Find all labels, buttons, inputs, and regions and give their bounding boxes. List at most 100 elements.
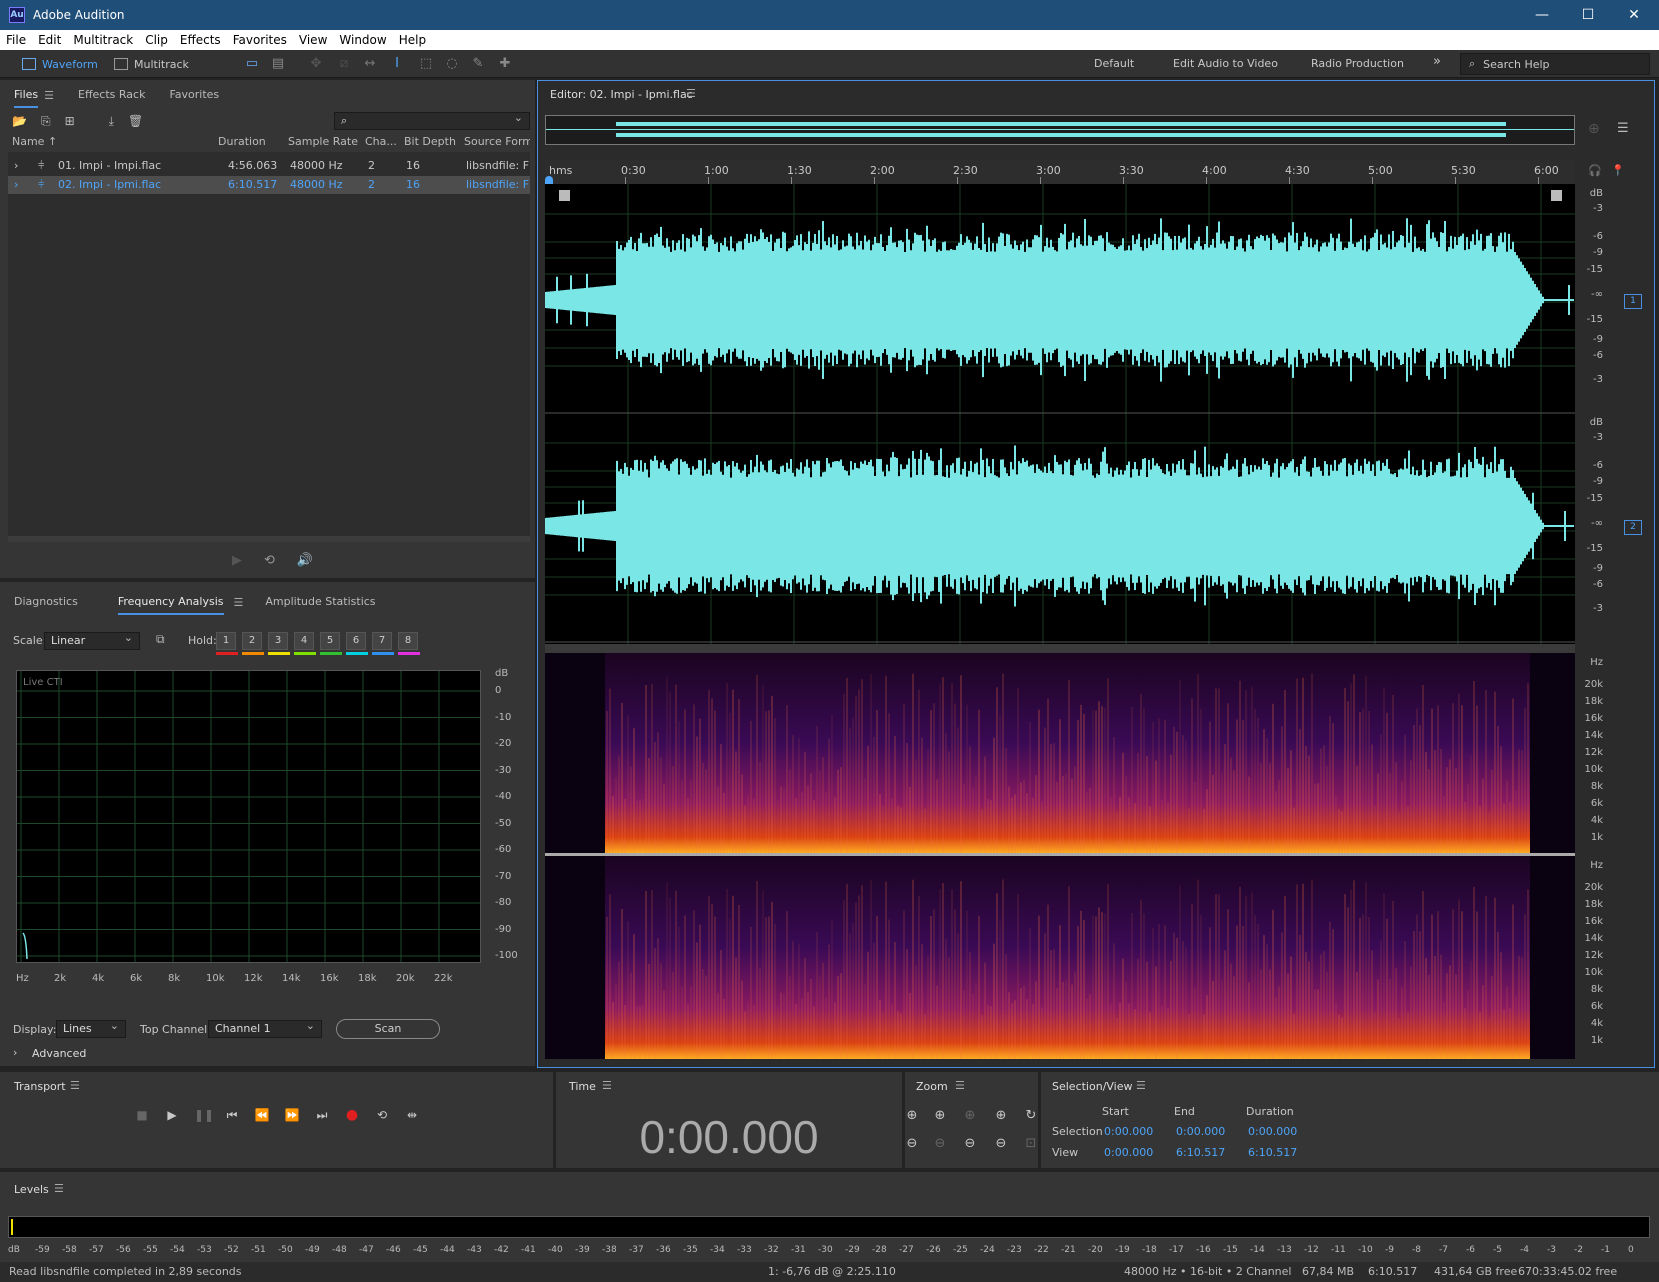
scan-button[interactable]: Scan <box>336 1019 440 1039</box>
minimize-button[interactable]: — <box>1519 0 1565 30</box>
fade-in-handle[interactable] <box>559 190 570 201</box>
lasso-tool-icon[interactable]: ◌ <box>444 56 460 72</box>
table-row[interactable]: › ⫩ 01. Impi - Impi.flac 4:56.063 48000 … <box>8 157 530 175</box>
spectral-display-icon[interactable]: ▤ <box>270 56 286 72</box>
panel-menu-icon[interactable]: ☰ <box>44 89 54 102</box>
spectral-display[interactable] <box>545 653 1575 1059</box>
time-display[interactable]: 0:00.000 <box>556 1110 902 1170</box>
tab-effects-rack[interactable]: Effects Rack <box>78 84 145 106</box>
selection-start[interactable]: 0:00.000 <box>1104 1125 1153 1138</box>
move-tool-icon[interactable]: ✥ <box>308 56 324 72</box>
hold-button-5[interactable]: 5 <box>320 632 340 650</box>
multitrack-view-button[interactable]: Multitrack <box>114 55 189 73</box>
waveform-display-icon[interactable]: ▭ <box>244 56 260 72</box>
table-row[interactable]: › ⫩ 02. Impi - Ipmi.flac 6:10.517 48000 … <box>8 176 530 194</box>
panel-menu-icon[interactable]: ☰ <box>54 1182 64 1195</box>
menu-effects[interactable]: Effects <box>174 33 227 47</box>
column-channels[interactable]: Cha... <box>365 135 397 148</box>
loop-preview-icon[interactable]: ⟲ <box>264 553 275 568</box>
hold-button-4[interactable]: 4 <box>294 632 314 650</box>
zoom-in-point-icon[interactable]: ⊕ <box>992 1107 1010 1125</box>
tab-frequency-analysis[interactable]: Frequency Analysis <box>117 591 224 615</box>
playhead-handle[interactable] <box>545 176 553 184</box>
hold-button-1[interactable]: 1 <box>216 632 236 650</box>
time-selection-tool-icon[interactable]: I <box>389 56 405 72</box>
menu-multitrack[interactable]: Multitrack <box>67 33 139 47</box>
hold-button-7[interactable]: 7 <box>372 632 392 650</box>
zoom-out-full-icon[interactable]: ⊖ <box>992 1135 1010 1153</box>
tab-diagnostics[interactable]: Diagnostics <box>14 591 78 613</box>
graph-settings-icon[interactable]: ⧉ <box>156 632 165 647</box>
zoom-out-point-icon[interactable]: ⊖ <box>961 1135 979 1153</box>
editor-menu-icon[interactable]: ☰ <box>686 87 696 100</box>
menu-window[interactable]: Window <box>333 33 392 47</box>
files-scrollbar[interactable] <box>8 536 530 542</box>
fade-out-handle[interactable] <box>1551 190 1562 201</box>
more-workspaces-icon[interactable]: » <box>1433 54 1441 69</box>
top-channel-select[interactable]: Channel 1 <box>208 1018 322 1038</box>
record-button[interactable]: ● <box>344 1107 360 1123</box>
time-ruler[interactable]: hms 0:30 1:00 1:30 2:00 2:30 3:00 3:30 4:00 4:30… <box>545 160 1575 184</box>
hold-button-2[interactable]: 2 <box>242 632 262 650</box>
menu-help[interactable]: Help <box>393 33 432 47</box>
new-file-icon[interactable]: ⊞ <box>65 114 75 129</box>
column-name[interactable]: Name ↑ <box>12 135 57 148</box>
next-button[interactable]: ⏭ <box>314 1107 330 1123</box>
spot-healing-icon[interactable]: ✚ <box>497 56 513 72</box>
advanced-label[interactable]: Advanced <box>32 1047 86 1060</box>
marquee-tool-icon[interactable]: ⬚ <box>418 56 434 72</box>
menu-view[interactable]: View <box>293 33 333 47</box>
display-divider[interactable] <box>545 644 1575 653</box>
panel-menu-icon[interactable]: ☰ <box>1136 1079 1146 1092</box>
delete-icon[interactable]: 🗑 <box>128 114 143 129</box>
waveform-view-button[interactable]: Waveform <box>22 55 98 73</box>
hold-button-8[interactable]: 8 <box>398 632 418 650</box>
tab-files[interactable]: Files <box>14 84 39 108</box>
loop-button[interactable]: ⟲ <box>374 1107 390 1123</box>
import-icon[interactable]: ⎘ <box>41 114 51 129</box>
expand-icon[interactable]: › <box>14 159 18 172</box>
expand-icon[interactable]: › <box>14 178 18 191</box>
panel-menu-icon[interactable]: ☰ <box>955 1079 965 1092</box>
zoom-in-amplitude-icon[interactable]: ⊕ <box>903 1107 921 1125</box>
skip-selection-button[interactable]: ⇹ <box>404 1107 420 1123</box>
headphones-icon[interactable]: 🎧 <box>1588 164 1602 177</box>
files-search-input[interactable]: ⌕ <box>334 110 530 130</box>
display-select[interactable]: Lines <box>56 1018 126 1038</box>
tab-amplitude-statistics[interactable]: Amplitude Statistics <box>265 591 375 613</box>
column-source-format[interactable]: Source Form... <box>464 135 530 148</box>
panel-menu-icon[interactable]: ☰ <box>70 1079 80 1092</box>
pin-icon[interactable]: 📍 <box>1611 164 1625 177</box>
insert-icon[interactable]: ⤓ <box>109 114 114 129</box>
razor-tool-icon[interactable]: ⧄ <box>336 56 352 72</box>
column-sample-rate[interactable]: Sample Rate <box>288 135 358 148</box>
advanced-expand-icon[interactable]: › <box>13 1046 17 1059</box>
scale-select[interactable]: Linear <box>44 630 140 650</box>
pause-button[interactable]: ❚❚ <box>194 1107 214 1123</box>
hold-button-6[interactable]: 6 <box>346 632 366 650</box>
slip-tool-icon[interactable]: ↔ <box>362 56 378 72</box>
menu-edit[interactable]: Edit <box>32 33 67 47</box>
frequency-graph[interactable]: Live CTI <box>16 670 481 963</box>
reset-zoom-icon[interactable]: ↻ <box>1022 1107 1040 1125</box>
overview-menu-icon[interactable]: ☰ <box>1617 121 1629 136</box>
stop-button[interactable]: ■ <box>134 1107 150 1123</box>
play-button[interactable]: ▶ <box>164 1107 180 1123</box>
column-bit-depth[interactable]: Bit Depth <box>404 135 456 148</box>
channel-badge-2[interactable]: 2 <box>1624 520 1642 535</box>
play-preview-icon[interactable]: ▶ <box>232 553 242 568</box>
open-file-icon[interactable]: 📂 <box>12 114 27 129</box>
zoom-in-time-icon[interactable]: ⊕ <box>931 1107 949 1125</box>
search-help-field[interactable]: ⌕ Search Help <box>1460 53 1650 75</box>
overview-bar[interactable] <box>545 115 1575 145</box>
zoom-fit-icon[interactable]: ⊡ <box>1022 1135 1040 1153</box>
zoom-selection-icon[interactable]: ⊕ <box>1588 121 1600 137</box>
menu-clip[interactable]: Clip <box>139 33 174 47</box>
zoom-out-time-icon[interactable]: ⊖ <box>931 1135 949 1153</box>
close-button[interactable]: ✕ <box>1611 0 1657 30</box>
panel-menu-icon[interactable]: ☰ <box>234 596 244 609</box>
workspace-radio-production[interactable]: Radio Production <box>1311 57 1404 70</box>
hold-button-3[interactable]: 3 <box>268 632 288 650</box>
rewind-button[interactable]: ⏪ <box>254 1107 270 1123</box>
waveform-display[interactable] <box>545 184 1575 644</box>
